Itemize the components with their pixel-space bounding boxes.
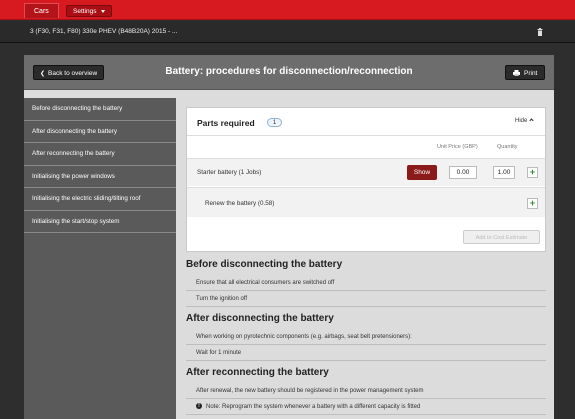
note-text: Note: Reprogram the system whenever a ba…	[206, 404, 421, 410]
part-row: Starter battery (1 Jobs) Show 0.00 1.00 …	[187, 158, 545, 186]
print-button[interactable]: Print	[505, 65, 546, 80]
unit-price-field[interactable]: 0.00	[449, 166, 477, 179]
sidebar-item-before-disconnecting[interactable]: Before disconnecting the battery	[24, 98, 176, 121]
parts-title: Parts required	[197, 118, 255, 128]
parts-count-badge: 1	[267, 118, 282, 127]
parts-header: Parts required 1 Hide	[187, 108, 545, 136]
sidebar-item-sliding-roof[interactable]: Initialising the electric sliding/tiltin…	[24, 188, 176, 211]
hide-toggle[interactable]: Hide	[515, 118, 534, 124]
vehicle-bar: 3 (F30, F31, F80) 330e PHEV (B48B20A) 20…	[0, 21, 575, 43]
step-item: Wait for 1 minute	[186, 345, 546, 361]
job-label: Renew the battery (0.58)	[205, 200, 275, 207]
page-header: ❮ Back to overview Battery: procedures fo…	[24, 55, 554, 90]
chevron-up-icon	[529, 118, 534, 123]
step-item: When working on pyrotechnic components (…	[186, 329, 546, 345]
settings-label: Settings	[73, 8, 97, 15]
sidebar: Before disconnecting the battery After d…	[24, 98, 176, 419]
note-item: ! Note: Reprogram the system whenever a b…	[186, 399, 546, 415]
sidebar-item-after-disconnecting[interactable]: After disconnecting the battery	[24, 121, 176, 143]
top-nav-bar: Cars Settings	[0, 0, 575, 20]
sidebar-item-power-windows[interactable]: Initialising the power windows	[24, 166, 176, 188]
part-label: Starter battery (1 Jobs)	[197, 169, 262, 176]
chevron-down-icon	[100, 9, 105, 13]
plus-icon[interactable]: +	[527, 198, 538, 209]
section-title-before-disconnecting: Before disconnecting the battery	[186, 259, 343, 270]
tab-cars[interactable]: Cars	[24, 3, 59, 18]
parts-panel: Parts required 1 Hide Unit Price (GBP) Q…	[186, 107, 546, 252]
trash-icon[interactable]	[537, 28, 543, 36]
settings-dropdown[interactable]: Settings	[66, 5, 112, 17]
sidebar-item-after-reconnecting[interactable]: After reconnecting the battery	[24, 143, 176, 166]
section-title-after-reconnecting: After reconnecting the battery	[186, 367, 329, 378]
plus-icon[interactable]: +	[527, 167, 538, 178]
step-item: Ensure that all electrical consumers are…	[186, 275, 546, 291]
page-title: Battery: procedures for disconnection/re…	[165, 66, 413, 77]
sidebar-item-start-stop[interactable]: Initialising the start/stop system	[24, 211, 176, 233]
step-item: After renewal, the new battery should be…	[186, 383, 546, 399]
content-panel: ❮ Back to overview Battery: procedures fo…	[24, 55, 554, 419]
unit-price-header: Unit Price (GBP)	[437, 144, 478, 150]
vehicle-name: 3 (F30, F31, F80) 330e PHEV (B48B20A) 20…	[30, 28, 178, 35]
printer-icon	[513, 70, 520, 77]
add-to-cost-estimate-button[interactable]: Add to Cost Estimate	[463, 230, 540, 244]
step-item: Turn the ignition off	[186, 291, 546, 307]
info-icon: !	[196, 403, 202, 410]
main-content: Parts required 1 Hide Unit Price (GBP) Q…	[186, 105, 546, 419]
section-title-after-disconnecting: After disconnecting the battery	[186, 313, 334, 324]
hide-label: Hide	[515, 118, 528, 124]
quantity-field[interactable]: 1.00	[493, 166, 515, 179]
quantity-header: Quantity	[497, 144, 518, 150]
show-button[interactable]: Show	[407, 165, 437, 180]
print-label: Print	[524, 70, 538, 77]
job-row: Renew the battery (0.58) +	[187, 187, 545, 217]
